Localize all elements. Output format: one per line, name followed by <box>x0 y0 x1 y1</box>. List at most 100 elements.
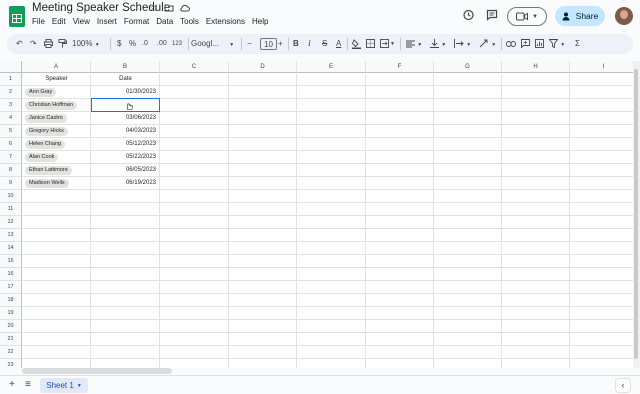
merge-cells-icon[interactable] <box>380 37 389 51</box>
insert-chart-icon[interactable] <box>535 37 544 51</box>
cell-b1[interactable]: Date <box>91 73 160 86</box>
row-header[interactable]: 10 <box>0 190 22 203</box>
spreadsheet-grid[interactable]: A B C D E F G H I 1 2 3 4 5 6 7 8 9 10 11 12 13 14 15 1… <box>0 61 634 368</box>
font-family-select[interactable]: Googl... ▼ <box>191 37 234 51</box>
row-header[interactable]: 23 <box>0 359 22 368</box>
row-header[interactable]: 3 <box>0 99 22 112</box>
share-button[interactable]: Share <box>555 6 605 26</box>
person-chip[interactable]: Ethan Lattimore <box>25 166 72 175</box>
person-chip[interactable]: Madison Wells <box>25 179 69 188</box>
text-color-button[interactable]: A <box>336 37 341 51</box>
menu-insert[interactable]: Insert <box>97 17 117 26</box>
star-icon[interactable]: ☆ <box>149 3 158 14</box>
print-icon[interactable] <box>44 37 53 51</box>
menu-view[interactable]: View <box>73 17 90 26</box>
row-header[interactable]: 5 <box>0 125 22 138</box>
filter-icon[interactable]: ▼ <box>548 37 565 51</box>
undo-icon[interactable]: ↶ <box>16 37 23 51</box>
insert-comment-icon[interactable] <box>521 37 530 51</box>
cell-a1[interactable]: Speaker <box>22 73 91 86</box>
insert-link-icon[interactable] <box>506 37 516 51</box>
row-header[interactable]: 7 <box>0 151 22 164</box>
currency-format-button[interactable]: $ <box>117 37 121 51</box>
plus-icon[interactable]: + <box>9 379 15 390</box>
date-cell[interactable]: 05/12/2023 <box>91 138 156 151</box>
person-chip[interactable]: Ann Gray <box>25 88 57 97</box>
cloud-status-icon[interactable] <box>179 3 190 16</box>
row-header[interactable]: 13 <box>0 229 22 242</box>
column-header-b[interactable]: B <box>91 61 160 73</box>
person-chip[interactable]: Alan Cook <box>25 153 59 162</box>
comment-icon[interactable] <box>486 9 498 24</box>
row-header[interactable]: 14 <box>0 242 22 255</box>
menu-edit[interactable]: Edit <box>52 17 66 26</box>
column-header-e[interactable]: E <box>297 61 366 73</box>
row-header[interactable]: 15 <box>0 255 22 268</box>
column-header-d[interactable]: D <box>229 61 297 73</box>
paint-format-icon[interactable] <box>58 37 67 51</box>
font-size-input[interactable]: 10 <box>260 38 277 50</box>
avatar[interactable] <box>615 7 633 25</box>
row-header[interactable]: 21 <box>0 333 22 346</box>
row-header[interactable]: 6 <box>0 138 22 151</box>
increase-decimal-button[interactable]: .00 <box>157 37 167 51</box>
row-header[interactable]: 12 <box>0 216 22 229</box>
date-cell[interactable]: 03/06/2023 <box>91 112 156 125</box>
date-cell[interactable]: 04/03/2023 <box>91 125 156 138</box>
menu-format[interactable]: Format <box>124 17 149 26</box>
sheets-logo-icon[interactable] <box>9 6 25 27</box>
row-header[interactable]: 20 <box>0 320 22 333</box>
strikethrough-button[interactable]: S <box>322 37 327 51</box>
chevron-down-icon[interactable]: ▼ <box>390 37 395 51</box>
column-header-c[interactable]: C <box>160 61 229 73</box>
row-header[interactable]: 18 <box>0 294 22 307</box>
fill-color-icon[interactable] <box>351 37 361 51</box>
row-header[interactable]: 4 <box>0 112 22 125</box>
collapse-panel-icon[interactable]: ‹ <box>615 378 631 393</box>
row-header[interactable]: 17 <box>0 281 22 294</box>
move-folder-icon[interactable] <box>164 3 174 16</box>
row-header[interactable]: 11 <box>0 203 22 216</box>
increase-font-size-button[interactable]: + <box>278 37 283 51</box>
row-header[interactable]: 1 <box>0 73 22 86</box>
row-header[interactable]: 22 <box>0 346 22 359</box>
column-header-f[interactable]: F <box>366 61 434 73</box>
vertical-scrollbar[interactable] <box>633 61 640 368</box>
horizontal-align-icon[interactable]: ▼ <box>406 37 422 51</box>
decrease-font-size-button[interactable]: − <box>247 37 252 51</box>
menu-help[interactable]: Help <box>252 17 268 26</box>
menu-file[interactable]: File <box>32 17 45 26</box>
select-all-corner[interactable] <box>0 61 22 73</box>
person-chip[interactable]: Helen Chang <box>25 140 66 149</box>
borders-icon[interactable] <box>366 37 375 51</box>
menu-tools[interactable]: Tools <box>180 17 199 26</box>
person-chip[interactable]: Gregory Hicks <box>25 127 68 136</box>
menu-extensions[interactable]: Extensions <box>206 17 245 26</box>
meet-button[interactable]: ▼ <box>507 7 547 26</box>
functions-button[interactable]: Σ <box>575 37 580 51</box>
row-header[interactable]: 16 <box>0 268 22 281</box>
decrease-decimal-button[interactable]: .0 <box>142 37 148 51</box>
person-chip[interactable]: Janice Castro <box>25 114 67 123</box>
row-header[interactable]: 19 <box>0 307 22 320</box>
italic-button[interactable]: I <box>308 37 311 51</box>
row-header[interactable]: 2 <box>0 86 22 99</box>
sheet-tab[interactable]: Sheet 1 ▼ <box>40 378 88 393</box>
column-header-g[interactable]: G <box>434 61 502 73</box>
column-header-h[interactable]: H <box>502 61 570 73</box>
date-cell[interactable]: 05/22/2023 <box>91 151 156 164</box>
scrollbar-thumb[interactable] <box>634 69 638 359</box>
date-cell[interactable]: 06/19/2023 <box>91 177 156 190</box>
percent-format-button[interactable]: % <box>129 37 136 51</box>
row-header[interactable]: 9 <box>0 177 22 190</box>
text-wrapping-icon[interactable]: ▼ <box>454 37 471 51</box>
zoom-select[interactable]: 100% ▼ <box>72 37 100 51</box>
bold-button[interactable]: B <box>293 37 299 51</box>
list-icon[interactable]: ≡ <box>25 379 31 390</box>
more-formats-button[interactable]: 123 <box>172 37 182 51</box>
history-icon[interactable] <box>462 9 474 24</box>
column-header-i[interactable]: I <box>570 61 634 73</box>
horizontal-scrollbar[interactable] <box>22 368 172 374</box>
text-rotation-icon[interactable]: ▼ <box>479 37 496 51</box>
row-header[interactable]: 8 <box>0 164 22 177</box>
